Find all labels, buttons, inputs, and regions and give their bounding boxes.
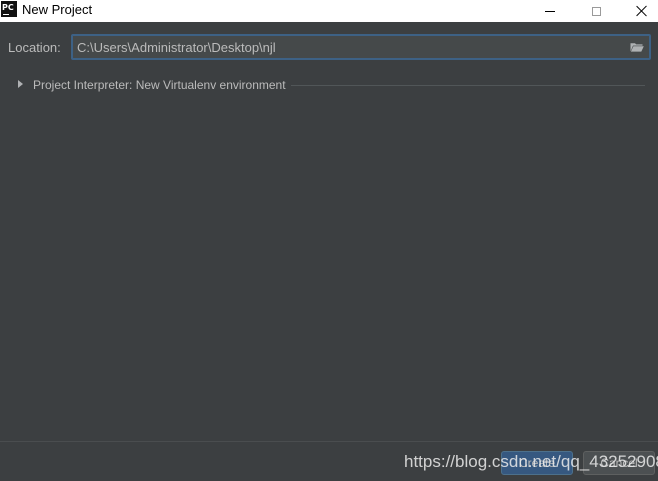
- minimize-button[interactable]: [527, 0, 573, 22]
- cancel-button[interactable]: Cancel: [583, 451, 655, 475]
- expand-triangle-icon[interactable]: [18, 80, 23, 88]
- close-icon: [636, 5, 648, 17]
- location-field[interactable]: [71, 34, 651, 60]
- bottom-divider: [0, 441, 658, 442]
- project-interpreter-section[interactable]: Project Interpreter: New Virtualenv envi…: [17, 76, 647, 94]
- maximize-icon: [591, 6, 601, 16]
- location-label: Location:: [8, 40, 61, 55]
- close-button[interactable]: [619, 0, 658, 22]
- title-bar[interactable]: PC New Project: [0, 0, 658, 22]
- pycharm-logo-icon: PC: [1, 1, 17, 17]
- location-input[interactable]: [77, 38, 617, 56]
- folder-icon[interactable]: [630, 42, 644, 52]
- section-divider: [291, 85, 645, 86]
- minimize-icon: [545, 10, 555, 12]
- window-title: New Project: [22, 2, 93, 17]
- create-button[interactable]: Create: [501, 451, 573, 475]
- maximize-button[interactable]: [573, 0, 619, 22]
- new-project-dialog: PC New Project Location: Project Interpr…: [0, 0, 658, 481]
- project-interpreter-label[interactable]: Project Interpreter: New Virtualenv envi…: [33, 78, 286, 92]
